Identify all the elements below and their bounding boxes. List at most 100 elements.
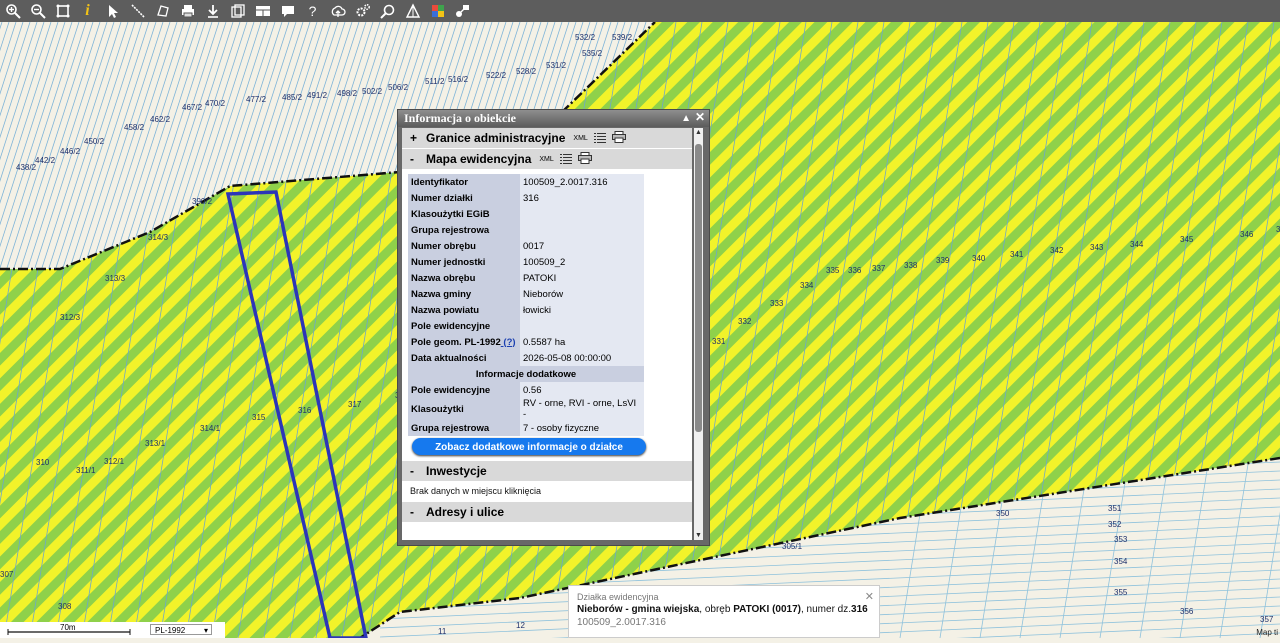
parcel-label: 346 xyxy=(1240,230,1254,239)
info-window-titlebar[interactable]: Informacja o obiekcie ▲ ✕ xyxy=(398,110,709,127)
expand-icon[interactable]: + xyxy=(410,131,426,145)
measure-distance-icon[interactable] xyxy=(127,2,148,20)
print-icon[interactable] xyxy=(611,131,626,145)
vector-tools-icon[interactable] xyxy=(452,2,473,20)
parcel-label: 334 xyxy=(800,281,814,290)
xml-export-icon[interactable]: XML xyxy=(539,156,553,163)
scale-label: 70m xyxy=(60,623,76,632)
collapse-section-icon[interactable]: - xyxy=(410,464,426,478)
attribute-row: Klasoużytki EGiB xyxy=(408,206,644,222)
attribute-key: Pole ewidencyjne xyxy=(408,382,520,398)
section-mapa-ewidencyjna[interactable]: - Mapa ewidencyjna XML xyxy=(402,149,692,170)
parcel-label: 442/2 xyxy=(35,156,56,165)
parcel-label: 345 xyxy=(1180,235,1194,244)
parcel-label: 343 xyxy=(1090,243,1104,252)
help-link[interactable]: (?) xyxy=(501,337,515,348)
attribute-key: Klasoużytki xyxy=(408,398,520,420)
parcel-label: 485/2 xyxy=(282,93,303,102)
parcel-label: 311/1 xyxy=(76,466,96,475)
parcel-label: 450/2 xyxy=(84,137,105,146)
parcel-label: 516/2 xyxy=(448,75,469,84)
more-parcel-info-button[interactable]: Zobacz dodatkowe informacje o działce xyxy=(412,438,646,455)
zoom-out-icon[interactable] xyxy=(27,2,48,20)
attribute-row: Klasoużytki RV - orne, RVI - orne, LsVI - xyxy=(408,398,644,420)
upload-icon[interactable] xyxy=(327,2,348,20)
help-icon[interactable]: ? xyxy=(302,2,323,20)
scrollbar-thumb[interactable] xyxy=(695,144,702,432)
parcel-label: 339 xyxy=(936,256,950,265)
parcel-label: 491/2 xyxy=(307,91,328,100)
zoom-extent-icon[interactable] xyxy=(52,2,73,20)
scroll-up-icon[interactable]: ▲ xyxy=(694,129,703,136)
attribute-row: Pole ewidencyjne 0.56 xyxy=(408,382,644,398)
object-info-window[interactable]: Informacja o obiekcie ▲ ✕ + Granice admi… xyxy=(397,109,710,546)
parcel-label: 344 xyxy=(1130,240,1144,249)
pointer-icon[interactable] xyxy=(102,2,123,20)
section-adresy-i-ulice[interactable]: - Adresy i ulice xyxy=(402,502,692,523)
close-icon[interactable]: ✕ xyxy=(865,590,874,603)
collapse-icon[interactable]: ▲ xyxy=(681,110,691,127)
export-icon[interactable] xyxy=(227,2,248,20)
parcel-label: 341 xyxy=(1010,250,1024,259)
collapse-section-icon[interactable]: - xyxy=(410,505,426,519)
parcel-label: 531/2 xyxy=(546,61,567,70)
parcel-label: 315 xyxy=(252,413,266,422)
attribute-row: Nazwa gminy Nieborów xyxy=(408,286,644,302)
attribute-row: Informacje dodatkowe xyxy=(408,366,644,382)
zoom-in-icon[interactable] xyxy=(2,2,23,20)
gmina-name: Nieborów - gmina wiejska xyxy=(577,604,700,615)
info-window-title: Informacja o obiekcie xyxy=(404,111,516,125)
search-map-icon[interactable] xyxy=(377,2,398,20)
measure-area-icon[interactable] xyxy=(152,2,173,20)
crs-select[interactable]: PL-1992 ▾ xyxy=(150,624,212,635)
parcel-label: 506/2 xyxy=(388,83,409,92)
parcel-label: 11 xyxy=(438,627,447,636)
obreb-name: PATOKI (0017) xyxy=(733,604,801,615)
attribute-key: Pole geom. PL-1992 (?) xyxy=(408,334,520,350)
attribute-key: Numer jednostki xyxy=(408,254,520,270)
scroll-down-icon[interactable]: ▼ xyxy=(694,532,703,539)
section-inwestycje[interactable]: - Inwestycje xyxy=(402,461,692,482)
close-icon[interactable]: ✕ xyxy=(695,109,705,126)
print-icon[interactable] xyxy=(177,2,198,20)
parcel-label: 356 xyxy=(1180,607,1194,616)
list-icon[interactable] xyxy=(593,132,606,145)
attribute-value: 0017 xyxy=(520,238,644,254)
parcel-label: 351 xyxy=(1108,504,1122,513)
attribute-key: Grupa rejestrowa xyxy=(408,222,520,238)
layers-palette-icon[interactable] xyxy=(427,2,448,20)
parcel-label: 532/2 xyxy=(575,33,596,42)
xml-export-icon[interactable]: XML xyxy=(573,135,587,142)
section-label: Adresy i ulice xyxy=(426,505,505,519)
parcel-label: 446/2 xyxy=(60,147,81,156)
info-window-scrollbar[interactable]: ▲ ▼ xyxy=(694,128,703,540)
section-granice-administracyjne[interactable]: + Granice administracyjne XML xyxy=(402,128,692,149)
parcel-label: 313/3 xyxy=(105,274,126,283)
attribute-key: Klasoużytki EGiB xyxy=(408,206,520,222)
parcel-label: 462/2 xyxy=(150,115,171,124)
settings-icon[interactable] xyxy=(352,2,373,20)
comment-icon[interactable] xyxy=(277,2,298,20)
parcel-label: 305/1 xyxy=(782,542,803,551)
parcel-label: 528/2 xyxy=(516,67,537,76)
info-icon[interactable]: i xyxy=(77,2,98,20)
parcel-label: 332 xyxy=(738,317,752,326)
download-icon[interactable] xyxy=(202,2,223,20)
list-icon[interactable] xyxy=(559,153,572,166)
print-icon[interactable] xyxy=(577,152,592,166)
attribute-value xyxy=(520,222,644,238)
parcel-label: 438/2 xyxy=(16,163,37,172)
layout-icon[interactable] xyxy=(252,2,273,20)
attribute-row: Pole geom. PL-1992 (?) 0.5587 ha xyxy=(408,334,644,350)
parcel-label: 342 xyxy=(1050,246,1064,255)
attribute-row: Data aktualności 2026-05-08 00:00:00 xyxy=(408,350,644,366)
collapse-section-icon[interactable]: - xyxy=(410,152,426,166)
attribute-row: Grupa rejestrowa 7 - osoby fizyczne xyxy=(408,420,644,436)
triangle-icon[interactable] xyxy=(402,2,423,20)
parcel-label: 535/2 xyxy=(582,49,603,58)
chevron-down-icon: ▾ xyxy=(203,626,208,635)
parcel-label: 333 xyxy=(770,299,784,308)
section-label: Inwestycje xyxy=(426,464,487,478)
attribute-row: Identyfikator 100509_2.0017.316 xyxy=(408,174,644,190)
attribute-value: 316 xyxy=(520,190,644,206)
